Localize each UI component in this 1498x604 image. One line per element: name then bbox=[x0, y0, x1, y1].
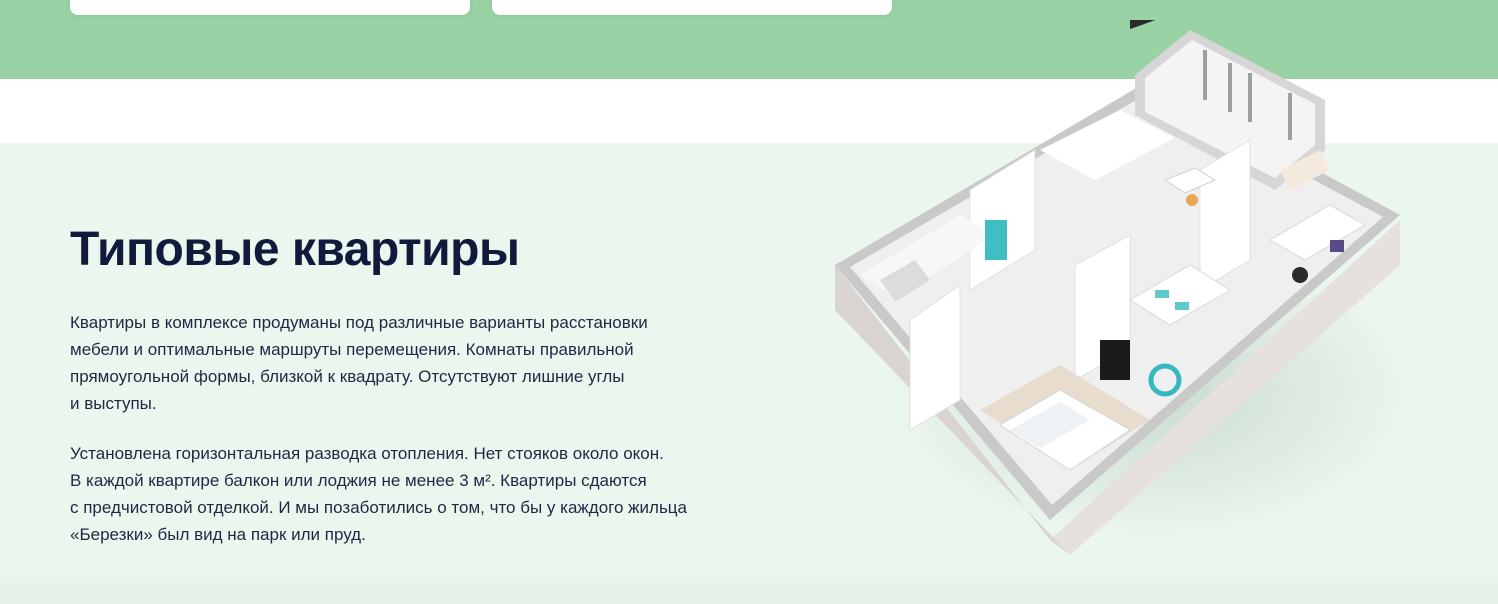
paragraph-line: и выступы. bbox=[70, 394, 157, 413]
bathroom-towel bbox=[985, 220, 1007, 260]
paragraph-line: прямоугольной формы, близкой к квадрату.… bbox=[70, 367, 625, 386]
paragraph-line: В каждой квартире балкон или лоджия не м… bbox=[70, 471, 647, 490]
kitchen-oven bbox=[1130, 20, 1158, 30]
section-title: Типовые квартиры bbox=[70, 223, 520, 276]
paragraph-line: Квартиры в комплексе продуманы под разли… bbox=[70, 313, 648, 332]
paragraph-line: Установлена горизонтальная разводка отоп… bbox=[70, 444, 664, 463]
bedroom-tv bbox=[1100, 340, 1130, 380]
study-monitor bbox=[1330, 240, 1344, 252]
banner-card-left[interactable] bbox=[70, 0, 470, 15]
study-chair bbox=[1292, 267, 1308, 283]
description-paragraph-2: Установлена горизонтальная разводка отоп… bbox=[70, 440, 687, 548]
description-paragraph-1: Квартиры в комплексе продуманы под разли… bbox=[70, 309, 648, 417]
banner-card-right[interactable] bbox=[492, 0, 892, 15]
kitchen-plate bbox=[1186, 194, 1198, 206]
apartment-floorplan-image bbox=[835, 20, 1410, 555]
paragraph-line: «Березки» был вид на парк или пруд. bbox=[70, 525, 366, 544]
paragraph-line: мебели и оптимальные маршруты перемещени… bbox=[70, 340, 634, 359]
section-bottom-shade bbox=[0, 564, 1498, 604]
paragraph-line: с предчистовой отделкой. И мы позаботили… bbox=[70, 498, 687, 517]
sofa-cushion-1 bbox=[1155, 290, 1169, 298]
sofa-cushion-2 bbox=[1175, 302, 1189, 310]
